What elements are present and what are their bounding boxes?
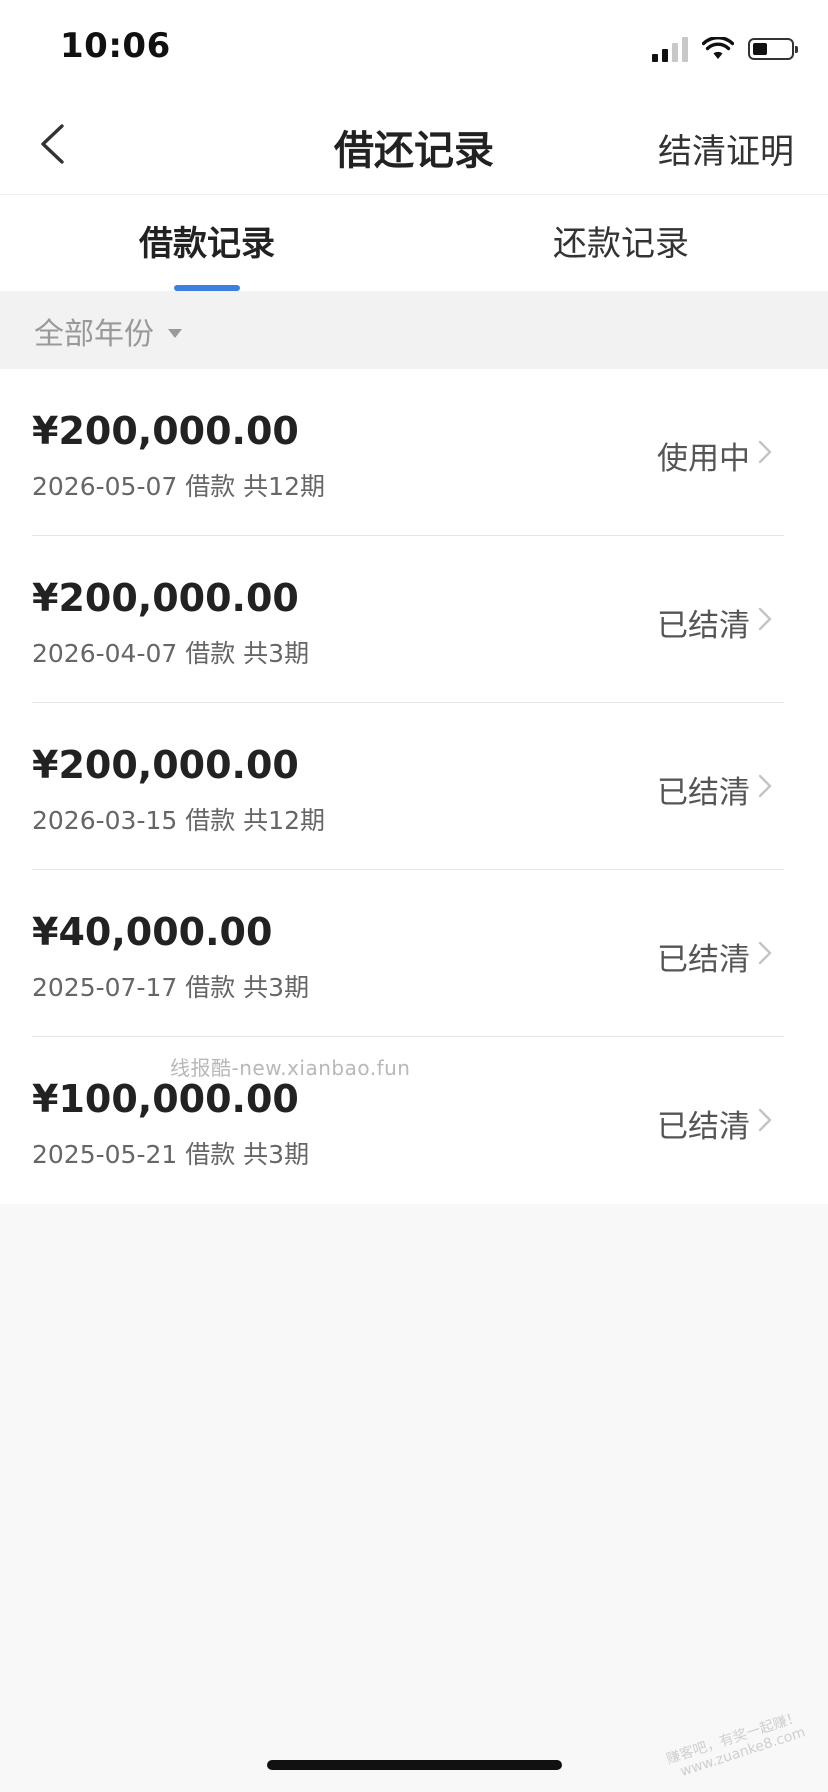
year-filter-label: 全部年份 — [34, 317, 154, 352]
loan-status: 使用中 — [657, 441, 750, 477]
loan-item[interactable]: ¥40,000.00 2025-07-17 借款 共3期 已结清 — [0, 870, 828, 1037]
watermark-text: 线报酷-new.xianbao.fun — [170, 1056, 411, 1080]
cellular-signal-icon — [652, 36, 688, 62]
loan-meta: 2026-05-07 借款 共12期 — [32, 472, 325, 501]
tab-label: 还款记录 — [553, 223, 689, 264]
navigation-bar: 借还记录 结清证明 — [0, 96, 828, 195]
loan-status: 已结清 — [657, 775, 750, 811]
status-bar: 10:06 — [0, 0, 828, 96]
corner-watermark: 赚客吧，有奖一起赚！ www.zuanke8.com — [664, 1709, 807, 1783]
loan-amount: ¥200,000.00 — [32, 743, 299, 787]
loan-meta: 2026-04-07 借款 共3期 — [32, 639, 310, 668]
loan-item[interactable]: ¥200,000.00 2026-03-15 借款 共12期 已结清 — [0, 703, 828, 870]
chevron-right-icon — [758, 941, 772, 965]
loan-item[interactable]: ¥200,000.00 2026-04-07 借款 共3期 已结清 — [0, 536, 828, 703]
caret-down-icon — [168, 328, 182, 338]
loan-meta: 2025-05-21 借款 共3期 — [32, 1140, 310, 1169]
tab-label: 借款记录 — [139, 223, 275, 264]
loan-amount: ¥200,000.00 — [32, 576, 299, 620]
record-tabs: 借款记录 还款记录 — [0, 195, 828, 291]
loan-item[interactable]: ¥100,000.00 2025-05-21 借款 共3期 已结清 — [0, 1037, 828, 1204]
chevron-right-icon — [758, 774, 772, 798]
year-filter-dropdown[interactable]: 全部年份 — [34, 309, 182, 353]
wifi-icon — [702, 37, 734, 59]
loan-status: 已结清 — [657, 1109, 750, 1145]
tab-repayment-records[interactable]: 还款记录 — [414, 195, 828, 291]
chevron-right-icon — [758, 440, 772, 464]
loan-status: 已结清 — [657, 942, 750, 978]
loan-status: 已结清 — [657, 608, 750, 644]
loan-item[interactable]: ¥200,000.00 2026-05-07 借款 共12期 使用中 — [0, 369, 828, 536]
loan-amount: ¥200,000.00 — [32, 409, 299, 453]
loan-amount: ¥100,000.00 — [32, 1077, 299, 1121]
battery-icon — [748, 38, 798, 60]
filter-bar: 全部年份 — [0, 291, 828, 369]
settlement-certificate-button[interactable]: 结清证明 — [658, 124, 794, 173]
status-time: 10:06 — [60, 26, 171, 66]
loan-list: ¥200,000.00 2026-05-07 借款 共12期 使用中 ¥200,… — [0, 369, 828, 1204]
chevron-right-icon — [758, 607, 772, 631]
chevron-right-icon — [758, 1108, 772, 1132]
status-icons — [652, 34, 798, 64]
loan-meta: 2026-03-15 借款 共12期 — [32, 806, 325, 835]
tab-loan-records[interactable]: 借款记录 — [0, 195, 414, 291]
loan-meta: 2025-07-17 借款 共3期 — [32, 973, 310, 1002]
loan-amount: ¥40,000.00 — [32, 910, 273, 954]
home-indicator[interactable] — [267, 1760, 562, 1770]
